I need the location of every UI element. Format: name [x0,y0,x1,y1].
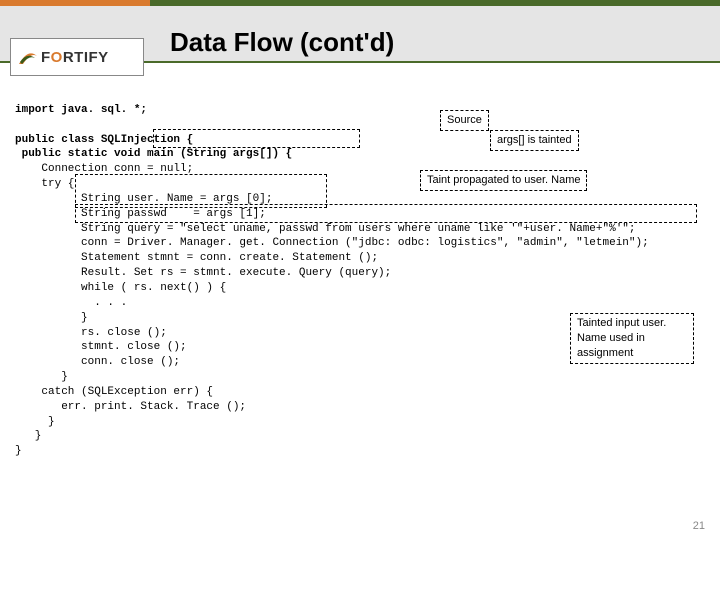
annotation-args-tainted: args[] is tainted [490,130,579,151]
code-line: String query = "select uname, passwd fro… [15,223,636,235]
page-number: 21 [693,520,705,532]
code-line: . . . [15,297,127,309]
code-line: stmnt. close (); [15,341,187,353]
code-line: } [15,416,55,428]
code-line: public static void main (String args[]) … [15,148,292,160]
logo-swoosh-icon [17,46,39,68]
logo-text: FORTIFY [41,49,109,66]
code-line: try { [15,178,74,190]
code-line: } [15,312,88,324]
code-line: } [15,445,22,457]
code-line: while ( rs. next() ) { [15,282,226,294]
code-line: err. print. Stack. Trace (); [15,401,246,413]
code-line: catch (SQLException err) { [15,386,213,398]
code-line: Connection conn = null; [15,163,193,175]
slide-title: Data Flow (cont'd) [170,27,394,58]
code-line: conn = Driver. Manager. get. Connection … [15,237,649,249]
annotation-taint-propagated: Taint propagated to user. Name [420,170,587,191]
code-line: import java. sql. *; [15,104,147,116]
code-line: Result. Set rs = stmnt. execute. Query (… [15,267,391,279]
code-line: rs. close (); [15,327,167,339]
annotation-tainted-input: Tainted input user. Name used in assignm… [570,313,694,364]
code-line: conn. close (); [15,356,180,368]
fortify-logo: FORTIFY [10,38,144,76]
code-line: Statement stmnt = conn. create. Statemen… [15,252,378,264]
annotation-source: Source [440,110,489,131]
code-line: public class SQLInjection { [15,134,193,146]
code-line: String passwd = args [1]; [15,208,266,220]
code-block: import java. sql. *; public class SQLInj… [15,88,705,593]
code-line: String user. Name = args [0]; [15,193,272,205]
code-line: } [15,371,68,383]
code-line: } [15,430,41,442]
